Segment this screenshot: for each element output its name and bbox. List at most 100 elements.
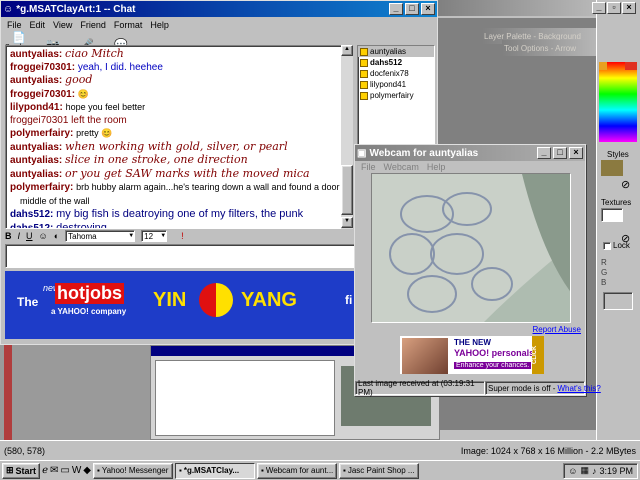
report-abuse-link[interactable]: Report Abuse: [533, 325, 581, 334]
taskbar-button[interactable]: ▪ Jasc Paint Shop ...: [338, 462, 419, 479]
ad-couple-photo: [402, 338, 448, 374]
bold-button[interactable]: B: [5, 231, 12, 241]
lock-label: Lock: [613, 241, 630, 250]
menu-edit[interactable]: Edit: [30, 20, 46, 30]
message-text: when working with gold, silver, or pearl: [65, 139, 288, 153]
app-icon: ▪: [260, 466, 264, 475]
quicklaunch-word-icon[interactable]: W: [72, 465, 81, 476]
user-status-icon: [360, 80, 368, 89]
message-nick[interactable]: froggei70301:: [10, 89, 75, 100]
message-text: or you get SAW marks with the moved mica: [65, 166, 310, 180]
maximize-button[interactable]: □: [405, 3, 419, 15]
message-text: hope you feel better: [65, 102, 146, 112]
message-nick[interactable]: polymerfairy:: [10, 128, 73, 139]
user-list-item[interactable]: auntyalias: [358, 46, 434, 57]
quicklaunch-outlook-icon[interactable]: ✉: [50, 465, 58, 476]
lock-checkbox[interactable]: [603, 242, 611, 250]
close-button[interactable]: ×: [622, 2, 636, 14]
image-info: Image: 1024 x 768 x 16 Million - 2.2 MBy…: [460, 445, 636, 456]
webcam-menu-help[interactable]: Help: [427, 162, 446, 172]
color-picker[interactable]: [599, 62, 637, 142]
minimize-button[interactable]: _: [389, 3, 403, 15]
user-list-item[interactable]: polymerfairy: [358, 90, 434, 101]
background-swatch[interactable]: [625, 62, 637, 70]
webcam-menu-webcam[interactable]: Webcam: [384, 162, 419, 172]
webcam-titlebar[interactable]: ▣ Webcam for auntyalias _ □ ×: [355, 145, 585, 161]
chat-message: auntyalias: slice in one stroke, one dir…: [10, 153, 346, 168]
message-nick[interactable]: froggei70301:: [10, 62, 75, 73]
message-nick[interactable]: auntyalias:: [10, 155, 62, 166]
styles-swatch[interactable]: [601, 160, 623, 176]
font-select[interactable]: Tahoma ▼: [65, 230, 136, 242]
system-tray: ☺ ▦ ♪ 3:19 PM: [563, 462, 638, 479]
taskbar-button[interactable]: ▪ *g.MSATClay...: [174, 462, 255, 479]
menu-help[interactable]: Help: [150, 20, 169, 30]
quicklaunch-desktop-icon[interactable]: ▭: [60, 465, 69, 476]
close-button[interactable]: ×: [421, 3, 435, 15]
user-list-item[interactable]: lilypond41: [358, 79, 434, 90]
texture-swatch[interactable]: [601, 208, 623, 222]
message-nick[interactable]: auntyalias:: [10, 49, 62, 60]
user-name: dahs512: [370, 58, 403, 67]
message-text: middle of the wall: [20, 195, 90, 206]
quicklaunch-ie-icon[interactable]: ℯ: [42, 465, 48, 476]
message-nick[interactable]: auntyalias:: [10, 169, 62, 180]
psp-window-buttons: _ ▫ ×: [592, 2, 636, 14]
message-nick[interactable]: lilypond41:: [10, 102, 63, 113]
close-button[interactable]: ×: [569, 147, 583, 159]
message-text: yeah, I did. heehee: [77, 61, 163, 73]
menu-view[interactable]: View: [53, 20, 72, 30]
user-list-item[interactable]: dahs512: [358, 57, 434, 68]
textures-label: Textures: [601, 198, 632, 207]
color-icon[interactable]: ◐: [54, 231, 59, 241]
chat-titlebar[interactable]: ☺ *g.MSATClayArt:1 -- Chat _ □ ×: [1, 1, 437, 17]
restore-button[interactable]: ▫: [607, 2, 621, 14]
start-button[interactable]: ⊞ Start: [2, 462, 41, 479]
font-value: Tahoma: [68, 231, 97, 241]
webcam-menu-file[interactable]: File: [361, 162, 376, 172]
scroll-down-arrow[interactable]: ▼: [341, 217, 353, 228]
taskbar: ⊞ Start ℯ ✉ ▭ W ◆ ▪ Yahoo! Messenger ▪ *g.M…: [0, 460, 640, 480]
menu-file[interactable]: File: [7, 20, 22, 30]
scroll-up-arrow[interactable]: ▲: [341, 45, 353, 56]
message-nick[interactable]: auntyalias:: [10, 142, 62, 153]
scroll-thumb[interactable]: [341, 165, 353, 215]
ad-yang: YANG: [241, 289, 297, 311]
taskbar-button[interactable]: ▪ Yahoo! Messenger: [92, 462, 173, 479]
webcam-status-bar: Last image received at (03:19:31 PM) Sup…: [355, 379, 601, 397]
quicklaunch-app-icon[interactable]: ◆: [83, 465, 91, 476]
message-nick[interactable]: polymerfairy:: [10, 182, 73, 193]
yahoo-personals-ad[interactable]: THE NEW YAHOO! personals Enhance your ch…: [399, 335, 545, 375]
message-text: froggei70301 left the room: [10, 114, 127, 126]
start-label: Start: [15, 465, 37, 476]
tool-options-palette[interactable]: Tool Options - Arrow: [502, 40, 598, 56]
message-nick[interactable]: auntyalias:: [10, 75, 62, 86]
minimize-button[interactable]: _: [592, 2, 606, 14]
message-input[interactable]: [5, 244, 355, 268]
minimize-button[interactable]: _: [537, 147, 551, 159]
app-icon: ▪: [178, 466, 182, 475]
tray-volume-icon[interactable]: ♪: [592, 466, 597, 476]
foreground-swatch[interactable]: [599, 62, 607, 70]
message-nick[interactable]: dahs512:: [10, 209, 53, 220]
smiley-icon[interactable]: ☺: [39, 231, 48, 241]
ad-the: The: [17, 295, 39, 309]
clay-leaf-pattern: [372, 174, 570, 322]
message-scrollbar[interactable]: ▲ ▼: [341, 45, 353, 229]
menu-format[interactable]: Format: [114, 20, 143, 30]
font-size-select[interactable]: 12 ▼: [141, 230, 168, 242]
no-style-icon[interactable]: ⊘: [621, 178, 630, 191]
yin-yang-icon: [199, 283, 233, 317]
taskbar-button[interactable]: ▪ Webcam for aunt...: [256, 462, 337, 479]
user-list-item[interactable]: docfenix78: [358, 68, 434, 79]
dropdown-arrow-icon: ▼: [128, 233, 135, 239]
tray-network-icon[interactable]: ▦: [580, 465, 589, 476]
menu-friend[interactable]: Friend: [80, 20, 106, 30]
alert-icon[interactable]: !: [181, 231, 184, 241]
maximize-button[interactable]: □: [553, 147, 567, 159]
ad-click: CLICK: [532, 336, 544, 374]
italic-button[interactable]: I: [18, 231, 21, 241]
underline-button[interactable]: U: [26, 231, 33, 241]
tray-messenger-icon[interactable]: ☺: [568, 466, 577, 476]
whats-this-link[interactable]: What's this?: [557, 384, 600, 393]
